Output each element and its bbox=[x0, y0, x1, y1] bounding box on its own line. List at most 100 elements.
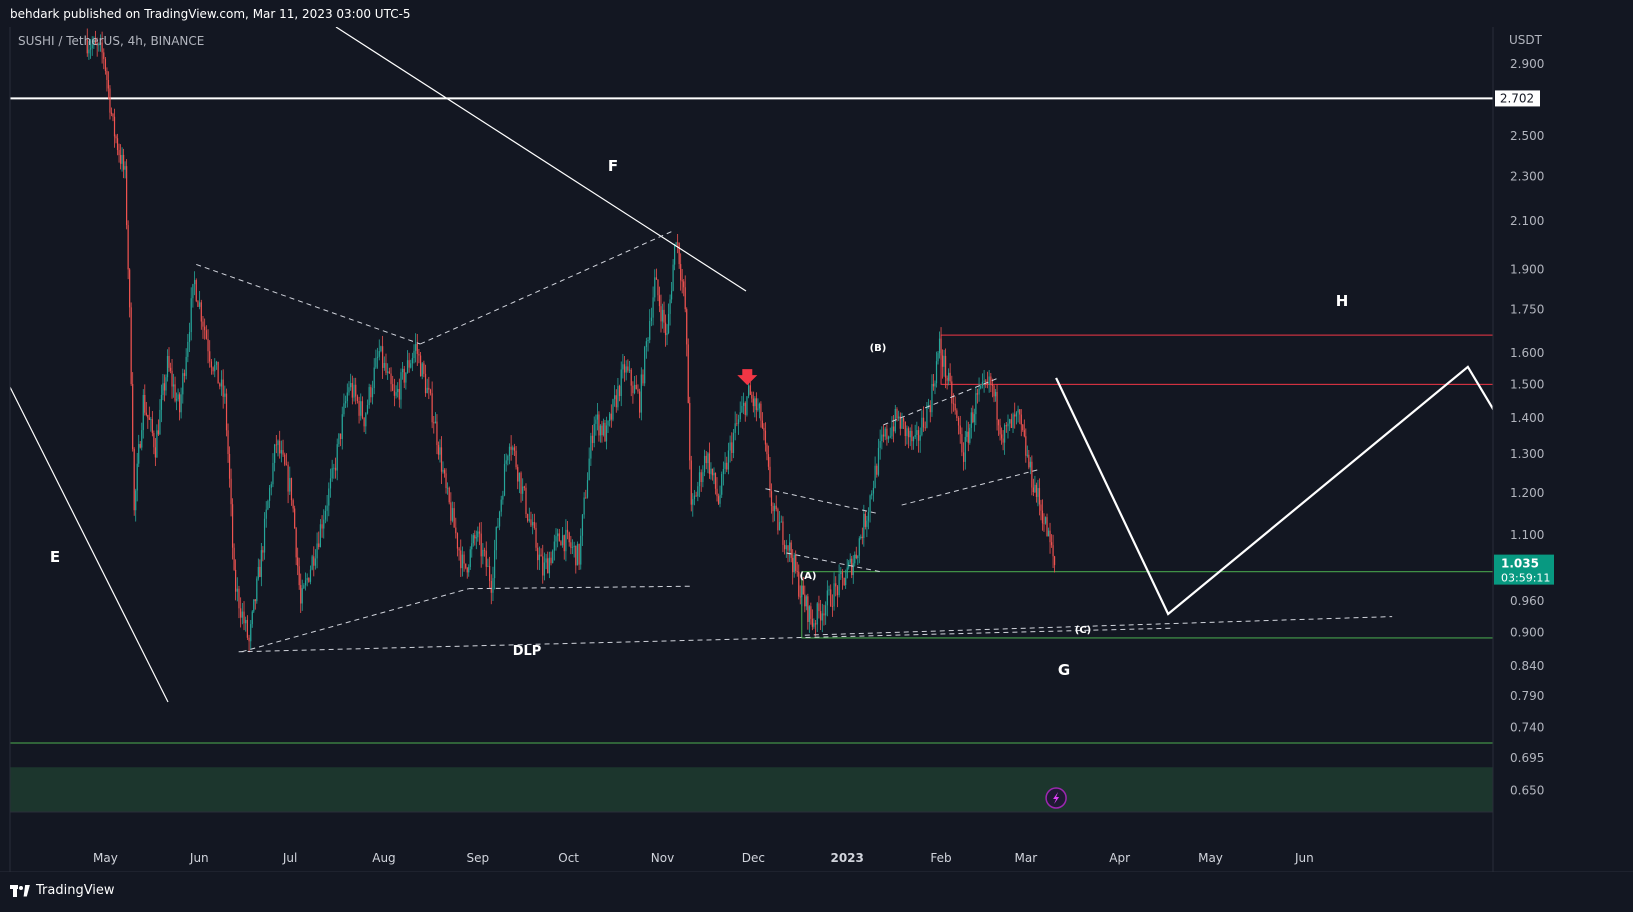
candle-body bbox=[382, 346, 384, 368]
candle-body bbox=[1017, 409, 1019, 413]
candle-body bbox=[999, 425, 1001, 435]
candle-body bbox=[331, 468, 333, 479]
candle-body bbox=[1050, 542, 1053, 546]
price-chart[interactable]: E F G H DLP (A) (B) (C) USDT 2.900 2.500 2.300 2.10… bbox=[0, 0, 1633, 907]
tradingview-logo[interactable]: TradingView bbox=[10, 883, 115, 898]
candle-body bbox=[990, 376, 992, 385]
candle-body bbox=[413, 350, 415, 359]
demand-zone-bottom bbox=[10, 767, 1493, 812]
candle-body bbox=[805, 596, 807, 607]
candle-body bbox=[522, 486, 524, 494]
candle-body bbox=[714, 472, 717, 489]
symbol-legend[interactable]: SUSHI / TetherUS, 4h, BINANCE bbox=[18, 34, 204, 48]
candle-body bbox=[338, 433, 340, 445]
candle-body bbox=[975, 393, 977, 415]
candle-body bbox=[1019, 409, 1021, 415]
candle-body bbox=[238, 588, 240, 609]
candle-body bbox=[408, 360, 410, 368]
candle-body bbox=[879, 441, 881, 448]
candle-body bbox=[1025, 436, 1027, 456]
candle-body bbox=[259, 566, 261, 577]
candle-body bbox=[801, 585, 803, 598]
candle-body bbox=[811, 618, 813, 627]
candle-body bbox=[678, 242, 680, 265]
candle-body bbox=[455, 527, 457, 534]
candle-body bbox=[639, 391, 641, 413]
candle-body bbox=[112, 113, 114, 117]
candle-body bbox=[456, 533, 459, 549]
candle-body bbox=[618, 385, 621, 397]
candle-body bbox=[222, 379, 224, 397]
y-tick-label: 1.750 bbox=[1510, 302, 1544, 316]
candle-body bbox=[1031, 461, 1033, 488]
candle-body bbox=[275, 444, 277, 446]
candle-body bbox=[970, 412, 972, 428]
candle-body bbox=[964, 436, 966, 462]
candle-body bbox=[713, 472, 715, 476]
candle-body bbox=[588, 458, 590, 481]
candle-body bbox=[153, 433, 155, 448]
candle-body bbox=[458, 548, 460, 551]
candle-body bbox=[448, 487, 450, 503]
candle-body bbox=[174, 384, 176, 401]
candle-body bbox=[681, 280, 683, 282]
level-badge-value: 2.702 bbox=[1500, 91, 1534, 105]
candle-body bbox=[645, 341, 647, 348]
candle-body bbox=[889, 436, 891, 438]
candle-body bbox=[517, 467, 519, 482]
candle-body bbox=[914, 434, 916, 437]
candle-body bbox=[729, 442, 731, 451]
candle-body bbox=[823, 613, 825, 616]
candle-body bbox=[348, 387, 350, 393]
candle-body bbox=[390, 373, 392, 385]
candle-body bbox=[267, 500, 269, 510]
wave-label: H bbox=[1336, 292, 1349, 310]
candle-body bbox=[684, 287, 686, 310]
candle-body bbox=[1032, 487, 1034, 493]
x-tick-label: May bbox=[1198, 851, 1223, 865]
x-tick-label: Apr bbox=[1109, 851, 1130, 865]
candle-body bbox=[280, 450, 282, 454]
candle-body bbox=[655, 277, 658, 280]
candle-body bbox=[103, 52, 105, 59]
candle-body bbox=[228, 453, 231, 479]
candle-body bbox=[150, 419, 152, 421]
candle-body bbox=[605, 425, 608, 442]
candle-body bbox=[737, 419, 740, 424]
candle-body bbox=[214, 364, 216, 372]
candle-body bbox=[570, 542, 572, 548]
candle-body bbox=[836, 586, 839, 596]
candle-body bbox=[978, 388, 980, 395]
candle-body bbox=[204, 326, 206, 331]
candle-body bbox=[860, 536, 862, 539]
candle-body bbox=[831, 606, 833, 607]
candle-body bbox=[667, 313, 670, 334]
publisher-header: behdark published on TradingView.com, Ma… bbox=[0, 0, 1633, 27]
candle-body bbox=[956, 410, 958, 418]
y-tick-label: 0.695 bbox=[1510, 751, 1544, 765]
candle-body bbox=[1052, 545, 1054, 557]
candle-body bbox=[410, 363, 412, 368]
candle-body bbox=[257, 566, 259, 579]
candle-body bbox=[1044, 517, 1047, 524]
candle-body bbox=[693, 495, 696, 500]
candle-body bbox=[739, 412, 741, 420]
candle-body bbox=[954, 403, 956, 411]
candle-body bbox=[670, 290, 673, 300]
candle-body bbox=[339, 433, 342, 440]
chart-area[interactable]: E F G H DLP (A) (B) (C) USDT 2.900 2.500 2.300 2.10… bbox=[0, 0, 1633, 907]
candle-body bbox=[334, 467, 337, 471]
candle-body bbox=[835, 583, 837, 587]
candle-body bbox=[451, 508, 454, 521]
candle-body bbox=[959, 425, 961, 435]
candle-body bbox=[220, 379, 223, 387]
candle-body bbox=[1040, 504, 1042, 511]
candle-body bbox=[282, 450, 284, 455]
candle-body bbox=[279, 440, 281, 454]
candle-body bbox=[485, 550, 487, 567]
candle-body bbox=[107, 79, 110, 89]
candle-body bbox=[687, 344, 689, 403]
candle-body bbox=[635, 384, 637, 390]
candle-body bbox=[1020, 414, 1022, 425]
x-tick-label: Jul bbox=[282, 851, 297, 865]
